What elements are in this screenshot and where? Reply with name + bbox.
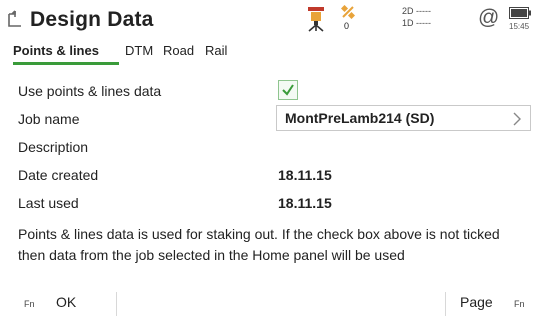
tab-road[interactable]: Road	[163, 43, 194, 58]
checkmark-icon	[282, 84, 294, 96]
softkey-bar: Fn OK Page Fn	[0, 286, 536, 318]
tab-rail[interactable]: Rail	[205, 43, 227, 58]
battery-icon[interactable]	[509, 7, 531, 19]
instrument-icon[interactable]	[305, 6, 327, 32]
last-used-label: Last used	[18, 195, 79, 211]
back-icon[interactable]	[6, 10, 24, 30]
date-created-value: 18.11.15	[278, 167, 332, 183]
description-label: Description	[18, 139, 89, 155]
tab-points-lines[interactable]: Points & lines	[13, 43, 99, 58]
active-tab-indicator	[13, 62, 119, 65]
satellite-count: 0	[344, 21, 350, 31]
ok-button[interactable]: OK	[56, 294, 76, 316]
design-data-screen: Design Data 0 2D ----- 1D ----- @ 15:45 …	[0, 0, 536, 318]
last-used-value: 18.11.15	[278, 195, 332, 211]
use-points-checkbox[interactable]	[278, 80, 298, 100]
info-text: Points & lines data is used for staking …	[18, 226, 500, 263]
title-bar: Design Data 0 2D ----- 1D ----- @ 15:45	[0, 0, 536, 40]
quality-2d: 2D -----	[402, 6, 431, 16]
job-name-label: Job name	[18, 111, 80, 127]
fn-right-label: Fn	[514, 299, 525, 309]
page-title: Design Data	[30, 8, 154, 31]
chevron-right-icon	[513, 112, 521, 126]
tab-dtm[interactable]: DTM	[125, 43, 153, 58]
use-points-label: Use points & lines data	[18, 83, 162, 99]
softkey-divider	[445, 292, 446, 316]
softkey-divider	[116, 292, 117, 316]
quality-1d: 1D -----	[402, 18, 431, 28]
clock: 15:45	[509, 22, 530, 31]
page-button[interactable]: Page	[460, 294, 493, 316]
job-name-value: MontPreLamb214 (SD)	[285, 110, 435, 126]
at-icon[interactable]: @	[478, 6, 499, 30]
satellite-icon[interactable]	[341, 5, 355, 19]
date-created-label: Date created	[18, 167, 99, 183]
job-name-select[interactable]: MontPreLamb214 (SD)	[276, 105, 531, 131]
fn-left-label: Fn	[24, 299, 35, 309]
